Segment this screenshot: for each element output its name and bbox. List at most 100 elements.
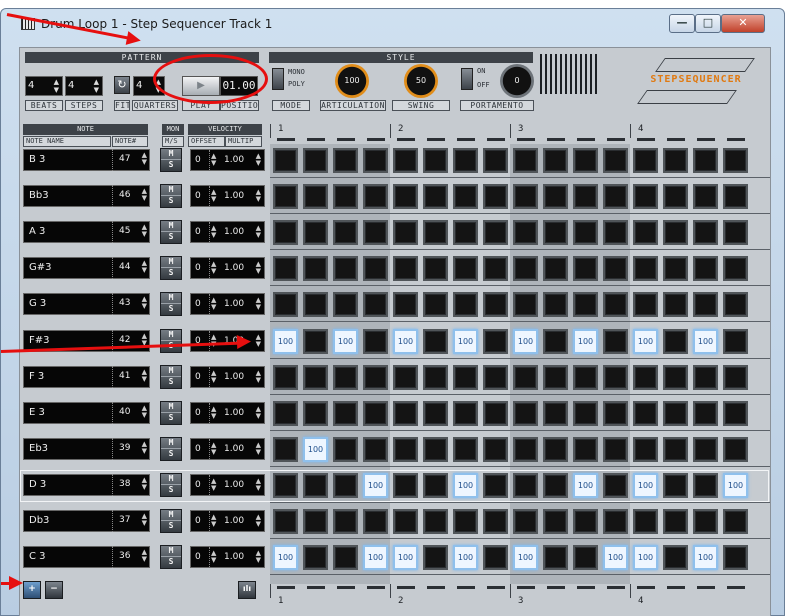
step-button[interactable]: [633, 184, 658, 210]
mute-solo-button[interactable]: MS: [160, 292, 182, 317]
step-button[interactable]: [273, 509, 298, 534]
step-button[interactable]: [633, 220, 658, 246]
step-button[interactable]: [483, 256, 508, 282]
step-button[interactable]: [513, 256, 538, 282]
mute-solo-button[interactable]: MS: [160, 436, 182, 461]
step-button[interactable]: [723, 220, 748, 246]
step-button[interactable]: [723, 545, 748, 571]
step-button[interactable]: 100: [453, 328, 478, 354]
step-button[interactable]: [663, 328, 688, 354]
swing-knob[interactable]: 50: [404, 64, 438, 98]
step-button[interactable]: [513, 364, 538, 390]
step-button[interactable]: [453, 184, 478, 210]
step-button[interactable]: 100: [603, 545, 628, 571]
step-button[interactable]: [693, 436, 718, 462]
mute-solo-button[interactable]: MS: [160, 148, 182, 172]
step-button[interactable]: [363, 148, 388, 173]
step-button[interactable]: [273, 364, 298, 390]
step-button[interactable]: [663, 148, 688, 173]
step-button[interactable]: 100: [453, 545, 478, 571]
step-button[interactable]: [303, 220, 328, 246]
velocity-field[interactable]: 01.00▲▼▲▼: [190, 437, 265, 460]
step-button[interactable]: [543, 328, 568, 354]
step-button[interactable]: 100: [513, 545, 538, 571]
mute-solo-button[interactable]: MS: [160, 184, 182, 209]
velocity-field[interactable]: 01.00▲▼▲▼: [190, 546, 265, 569]
step-button[interactable]: [723, 328, 748, 354]
note-number-spinner[interactable]: 44 ▲ ▼: [112, 257, 150, 280]
step-button[interactable]: [543, 148, 568, 173]
step-button[interactable]: 100: [633, 545, 658, 571]
velocity-field[interactable]: 01.00▲▼▲▼: [190, 221, 265, 244]
note-number-spinner[interactable]: 41 ▲ ▼: [112, 365, 150, 388]
mute-solo-button[interactable]: MS: [160, 545, 182, 570]
step-button[interactable]: [723, 400, 748, 426]
step-button[interactable]: [573, 292, 598, 318]
step-button[interactable]: [363, 400, 388, 426]
velocity-field[interactable]: 01.00▲▼▲▼: [190, 401, 265, 424]
step-button[interactable]: [693, 148, 718, 173]
step-button[interactable]: [663, 509, 688, 534]
velocity-field[interactable]: 01.00▲▼▲▼: [190, 293, 265, 316]
step-button[interactable]: [303, 256, 328, 282]
step-button[interactable]: [333, 148, 358, 173]
step-button[interactable]: [543, 220, 568, 246]
step-button[interactable]: [723, 436, 748, 462]
step-button[interactable]: [303, 148, 328, 173]
step-button[interactable]: [663, 292, 688, 318]
beats-spinner[interactable]: 4 ▲ ▼: [25, 76, 63, 96]
step-button[interactable]: [423, 436, 448, 462]
step-button[interactable]: [573, 256, 598, 282]
step-button[interactable]: [603, 220, 628, 246]
step-button[interactable]: [483, 328, 508, 354]
mute-solo-button[interactable]: MS: [160, 256, 182, 281]
step-button[interactable]: [273, 292, 298, 318]
step-button[interactable]: [693, 220, 718, 246]
step-button[interactable]: [273, 220, 298, 246]
step-button[interactable]: [513, 220, 538, 246]
note-number-spinner[interactable]: 36 ▲ ▼: [112, 546, 150, 569]
step-button[interactable]: [723, 256, 748, 282]
step-button[interactable]: [663, 220, 688, 246]
note-number-spinner[interactable]: 47 ▲ ▼: [112, 149, 150, 171]
mute-solo-button[interactable]: MS: [160, 509, 182, 533]
step-button[interactable]: [483, 400, 508, 426]
step-button[interactable]: [513, 509, 538, 534]
step-button[interactable]: [543, 292, 568, 318]
note-number-spinner[interactable]: 43 ▲ ▼: [112, 293, 150, 316]
step-button[interactable]: [513, 436, 538, 462]
articulation-knob[interactable]: 100: [335, 64, 369, 98]
step-button[interactable]: [543, 400, 568, 426]
step-button[interactable]: [483, 545, 508, 571]
step-button[interactable]: [483, 220, 508, 246]
step-button[interactable]: [453, 256, 478, 282]
step-button[interactable]: [363, 328, 388, 354]
step-button[interactable]: [603, 436, 628, 462]
step-button[interactable]: [693, 256, 718, 282]
step-button[interactable]: [423, 292, 448, 318]
step-button[interactable]: [363, 509, 388, 534]
step-button[interactable]: [483, 184, 508, 210]
mute-solo-button[interactable]: MS: [160, 364, 182, 389]
step-button[interactable]: [363, 292, 388, 318]
step-button[interactable]: [423, 148, 448, 173]
step-button[interactable]: [393, 509, 418, 534]
step-button[interactable]: 100: [693, 545, 718, 571]
step-button[interactable]: [423, 328, 448, 354]
step-button[interactable]: [273, 400, 298, 426]
step-button[interactable]: [543, 364, 568, 390]
velocity-meter-button[interactable]: ılı: [238, 581, 256, 599]
step-button[interactable]: [633, 148, 658, 173]
step-button[interactable]: [333, 400, 358, 426]
step-button[interactable]: [393, 364, 418, 390]
step-button[interactable]: [333, 220, 358, 246]
step-button[interactable]: [363, 364, 388, 390]
step-button[interactable]: [303, 328, 328, 354]
step-button[interactable]: [663, 545, 688, 571]
step-button[interactable]: [393, 148, 418, 173]
portamento-knob[interactable]: 0: [500, 64, 534, 98]
step-button[interactable]: 100: [303, 436, 328, 462]
step-button[interactable]: [423, 509, 448, 534]
note-number-spinner[interactable]: 37 ▲ ▼: [112, 510, 150, 532]
velocity-field[interactable]: 01.00▲▼▲▼: [190, 510, 265, 532]
